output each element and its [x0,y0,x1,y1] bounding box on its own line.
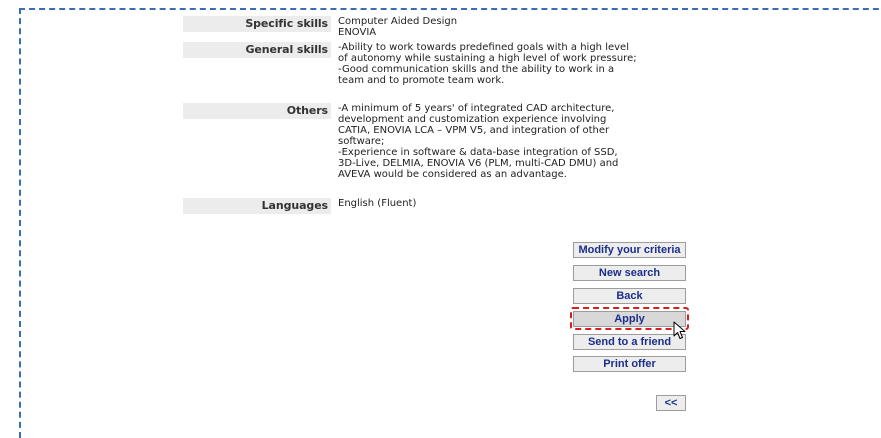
print-offer-button[interactable]: Print offer [573,356,686,372]
detail-label: Specific skills [183,16,331,32]
send-to-friend-button[interactable]: Send to a friend [573,334,686,350]
mouse-pointer-icon [673,321,687,345]
detail-value: -A minimum of 5 years' of integrated CAD… [338,103,619,180]
apply-highlight-box [570,307,689,330]
detail-label: General skills [183,42,331,58]
detail-label: Others [183,103,331,119]
new-search-button[interactable]: New search [573,265,686,281]
modify-criteria-button[interactable]: Modify your criteria [573,242,686,258]
detail-value: English (Fluent) [338,198,417,209]
detail-label: Languages [183,198,331,214]
detail-value: Computer Aided Design ENOVIA [338,16,458,38]
detail-value: -Ability to work towards predefined goal… [338,42,637,86]
back-button[interactable]: Back [573,288,686,304]
previous-page-button[interactable]: << [656,395,686,411]
